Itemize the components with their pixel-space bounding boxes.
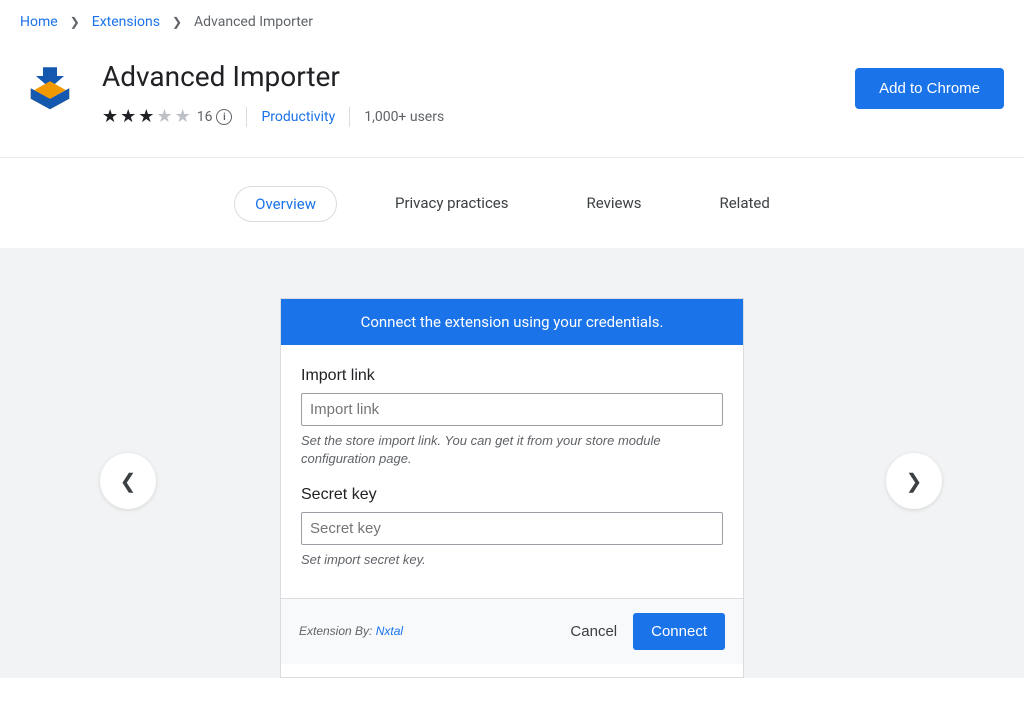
footer-actions: Cancel Connect: [570, 613, 725, 650]
secret-key-input[interactable]: [301, 512, 723, 545]
separator: [246, 107, 247, 127]
star-icon: ★: [138, 108, 154, 126]
screenshot-footer: Extension By: Nxtal Cancel Connect: [281, 598, 743, 664]
category-link[interactable]: Productivity: [261, 109, 335, 125]
title-block: Advanced Importer ★ ★ ★ ★ ★ 16 i Product…: [102, 60, 833, 127]
separator: [349, 107, 350, 127]
star-icon: ★: [156, 108, 172, 126]
star-icon: ★: [120, 108, 136, 126]
star-icon: ★: [175, 108, 191, 126]
chevron-right-icon: ❯: [906, 469, 923, 493]
meta-row: ★ ★ ★ ★ ★ 16 i Productivity 1,000+ users: [102, 107, 833, 127]
chevron-right-icon: ❯: [172, 15, 182, 29]
extension-header: Advanced Importer ★ ★ ★ ★ ★ 16 i Product…: [0, 40, 1024, 158]
gallery-next-button[interactable]: ❯: [886, 453, 942, 509]
breadcrumb-current: Advanced Importer: [194, 14, 313, 30]
screenshot-card: Connect the extension using your credent…: [280, 298, 744, 678]
extension-author-link[interactable]: Nxtal: [376, 624, 403, 638]
tab-privacy-practices[interactable]: Privacy practices: [375, 186, 529, 222]
breadcrumb-extensions[interactable]: Extensions: [92, 14, 160, 30]
import-link-label: Import link: [301, 367, 723, 385]
chevron-left-icon: ❮: [120, 469, 137, 493]
chevron-right-icon: ❯: [70, 15, 80, 29]
tab-reviews[interactable]: Reviews: [567, 186, 662, 222]
cancel-button[interactable]: Cancel: [570, 623, 617, 640]
rating-stars[interactable]: ★ ★ ★ ★ ★ 16 i: [102, 108, 232, 126]
extension-by: Extension By: Nxtal: [299, 624, 403, 638]
import-link-input[interactable]: [301, 393, 723, 426]
extension-by-label: Extension By:: [299, 624, 376, 638]
page-title: Advanced Importer: [102, 60, 833, 93]
add-to-chrome-button[interactable]: Add to Chrome: [855, 68, 1004, 109]
import-link-hint: Set the store import link. You can get i…: [301, 432, 723, 468]
screenshot-banner: Connect the extension using your credent…: [281, 299, 743, 345]
secret-key-hint: Set import secret key.: [301, 551, 723, 569]
extension-icon: [20, 60, 80, 120]
screenshot-gallery: ❮ ❯ Connect the extension using your cre…: [0, 248, 1024, 678]
info-icon[interactable]: i: [216, 109, 232, 125]
gallery-prev-button[interactable]: ❮: [100, 453, 156, 509]
rating-count: 16: [197, 109, 213, 125]
breadcrumb: Home ❯ Extensions ❯ Advanced Importer: [0, 0, 1024, 40]
connect-button[interactable]: Connect: [633, 613, 725, 650]
screenshot-body: Import link Set the store import link. Y…: [281, 345, 743, 598]
tab-related[interactable]: Related: [699, 186, 789, 222]
tab-overview[interactable]: Overview: [234, 186, 337, 222]
breadcrumb-home[interactable]: Home: [20, 14, 58, 30]
secret-key-label: Secret key: [301, 486, 723, 504]
star-icon: ★: [102, 108, 118, 126]
user-count: 1,000+ users: [364, 109, 444, 125]
tabs: Overview Privacy practices Reviews Relat…: [0, 158, 1024, 248]
